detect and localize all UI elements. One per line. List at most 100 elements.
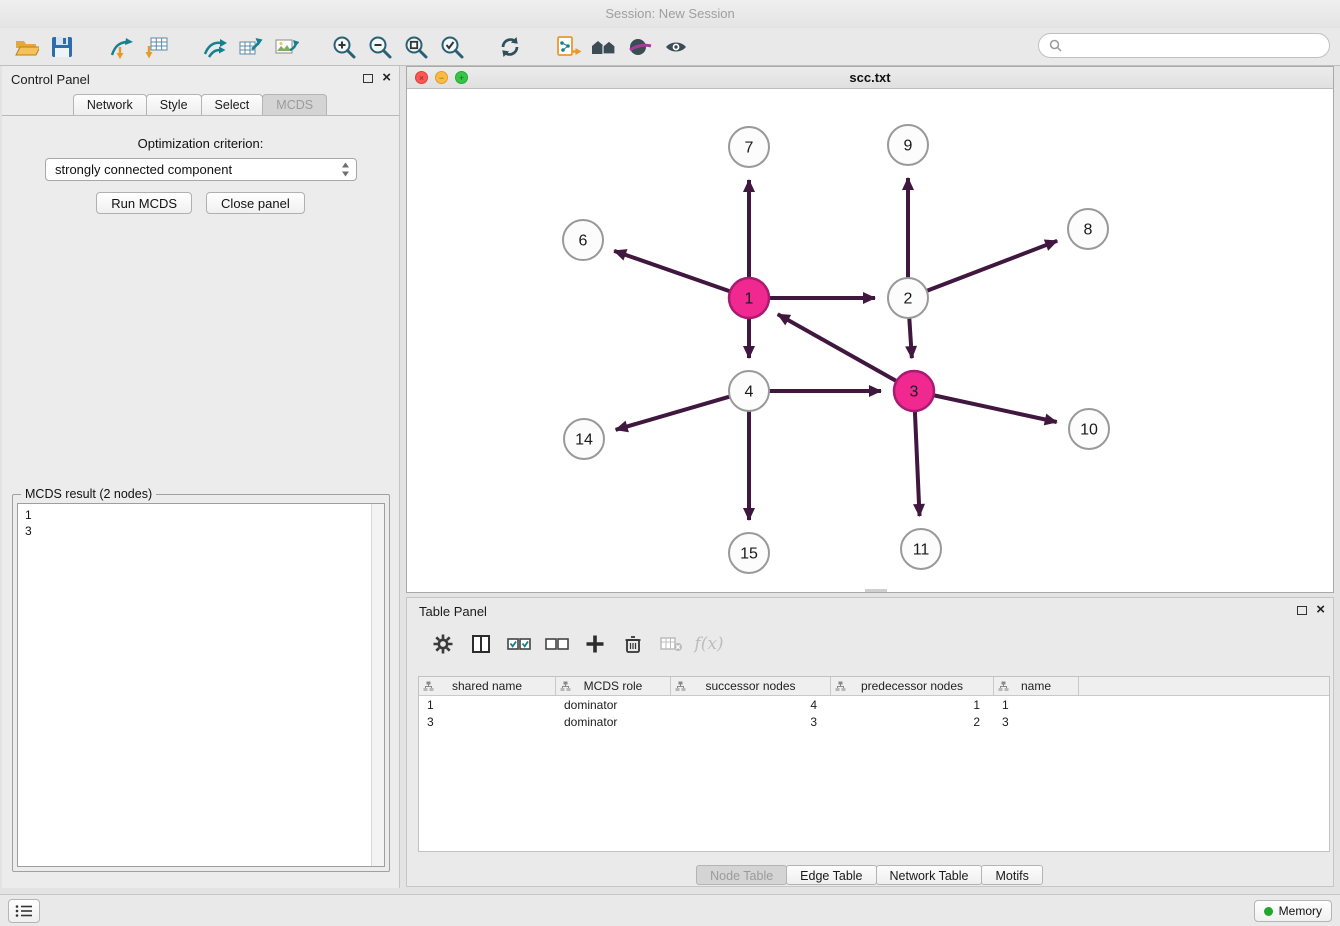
graph-node-14[interactable]: 14 (564, 419, 604, 459)
close-panel-button[interactable]: Close panel (206, 192, 305, 214)
graph-node-4[interactable]: 4 (729, 371, 769, 411)
table-cell: 1 (994, 698, 1079, 712)
select-all-icon (506, 632, 532, 656)
close-panel-icon[interactable]: × (382, 71, 391, 85)
table-cell: 3 (419, 715, 556, 729)
export-image-button[interactable] (268, 31, 304, 63)
network-share-button[interactable] (196, 31, 232, 63)
apply-style-button[interactable] (622, 31, 658, 63)
graph-node-6[interactable]: 6 (563, 220, 603, 260)
export-table-icon (237, 34, 263, 60)
show-hide-button[interactable] (658, 31, 694, 63)
open-session-button[interactable] (8, 31, 44, 63)
zoom-fit-icon (403, 34, 429, 60)
export-table-button[interactable] (232, 31, 268, 63)
graph-edge-3-11[interactable] (915, 411, 920, 516)
column-header-name[interactable]: name (994, 677, 1079, 695)
close-table-panel-icon[interactable]: × (1316, 603, 1325, 617)
refresh-icon (497, 34, 523, 60)
unselect-all-button[interactable] (541, 629, 573, 659)
column-header-shared-name[interactable]: shared name (419, 677, 556, 695)
column-header-successor-nodes[interactable]: successor nodes (671, 677, 831, 695)
horizontal-splitter-handle[interactable] (865, 589, 887, 592)
show-columns-button[interactable] (465, 629, 497, 659)
tab-select[interactable]: Select (201, 94, 264, 115)
refresh-button[interactable] (492, 31, 528, 63)
table-row[interactable]: 1dominator411 (419, 696, 1329, 713)
column-header-MCDS-role[interactable]: MCDS role (556, 677, 671, 695)
graph-edge-4-14[interactable] (616, 397, 730, 430)
graph-node-1[interactable]: 1 (729, 278, 769, 318)
tab-network-table[interactable]: Network Table (876, 865, 983, 885)
tab-style[interactable]: Style (146, 94, 202, 115)
control-panel-tabs: NetworkStyleSelectMCDS (2, 94, 399, 116)
graph-node-7[interactable]: 7 (729, 127, 769, 167)
zoom-out-button[interactable] (362, 31, 398, 63)
tab-node-table[interactable]: Node Table (696, 865, 787, 885)
graph-node-2[interactable]: 2 (888, 278, 928, 318)
first-neighbors-icon (590, 34, 618, 60)
memory-button[interactable]: Memory (1254, 900, 1332, 922)
network-share-icon (201, 34, 227, 60)
function-builder-button[interactable]: f(x) (693, 629, 725, 659)
network-graph: 7 9 6 8 1 2 4 3 14 10 15 11 (407, 89, 1333, 592)
graph-edge-1-6[interactable] (614, 251, 730, 292)
table-cell: 3 (994, 715, 1079, 729)
tab-mcds[interactable]: MCDS (262, 94, 327, 115)
criterion-value: strongly connected component (55, 162, 341, 177)
clone-network-icon (554, 34, 582, 60)
add-column-button[interactable] (579, 629, 611, 659)
zoom-out-icon (367, 34, 393, 60)
delete-column-button[interactable] (617, 629, 649, 659)
graph-edge-2-8[interactable] (927, 241, 1058, 291)
network-window: × − + scc.txt 7968124314101511 (406, 66, 1334, 593)
tab-motifs[interactable]: Motifs (981, 865, 1042, 885)
svg-text:4: 4 (745, 384, 754, 401)
graph-edge-3-10[interactable] (934, 395, 1057, 422)
network-canvas[interactable]: 7 9 6 8 1 2 4 3 14 10 15 11 (407, 89, 1333, 592)
float-table-panel-icon[interactable] (1297, 606, 1307, 615)
zoom-selected-button[interactable] (434, 31, 470, 63)
graph-node-3[interactable]: 3 (894, 371, 934, 411)
graph-node-15[interactable]: 15 (729, 533, 769, 573)
table-cell: 3 (671, 715, 831, 729)
graph-node-8[interactable]: 8 (1068, 209, 1108, 249)
import-table-button[interactable] (138, 31, 174, 63)
table-cell: dominator (556, 715, 671, 729)
delete-table-button[interactable] (655, 629, 687, 659)
task-history-button[interactable] (8, 899, 40, 923)
table-cell: 1 (831, 698, 994, 712)
graph-node-10[interactable]: 10 (1069, 409, 1109, 449)
save-session-button[interactable] (44, 31, 80, 63)
import-network-button[interactable] (102, 31, 138, 63)
first-neighbors-button[interactable] (586, 31, 622, 63)
tab-network[interactable]: Network (73, 94, 147, 115)
select-all-button[interactable] (503, 629, 535, 659)
mcds-result-box: MCDS result (2 nodes) 13 (12, 494, 390, 872)
float-panel-icon[interactable] (363, 74, 373, 83)
mcds-result-list: 13 (18, 504, 371, 866)
zoom-in-button[interactable] (326, 31, 362, 63)
result-vertical-scrollbar[interactable] (371, 504, 384, 866)
column-header-predecessor-nodes[interactable]: predecessor nodes (831, 677, 994, 695)
table-row[interactable]: 3dominator323 (419, 713, 1329, 730)
criterion-dropdown[interactable]: strongly connected component (45, 158, 357, 181)
graph-edge-3-1[interactable] (778, 314, 897, 381)
graph-node-11[interactable]: 11 (901, 529, 941, 569)
plus-icon (583, 632, 607, 656)
search-input[interactable] (1068, 38, 1319, 53)
clone-network-button[interactable] (550, 31, 586, 63)
graph-node-9[interactable]: 9 (888, 125, 928, 165)
table-panel-title: Table Panel (419, 604, 487, 619)
graph-edge-2-3[interactable] (909, 318, 912, 358)
mcds-result-scrollpane: 13 (17, 503, 385, 867)
run-mcds-button[interactable]: Run MCDS (96, 192, 192, 214)
mcds-result-title: MCDS result (2 nodes) (21, 487, 156, 501)
node-table-body: 1dominator4113dominator323 (419, 696, 1329, 730)
svg-text:10: 10 (1080, 422, 1098, 439)
tab-edge-table[interactable]: Edge Table (786, 865, 876, 885)
search-field[interactable] (1038, 33, 1330, 58)
zoom-fit-button[interactable] (398, 31, 434, 63)
svg-text:8: 8 (1084, 222, 1093, 239)
table-settings-button[interactable] (427, 629, 459, 659)
